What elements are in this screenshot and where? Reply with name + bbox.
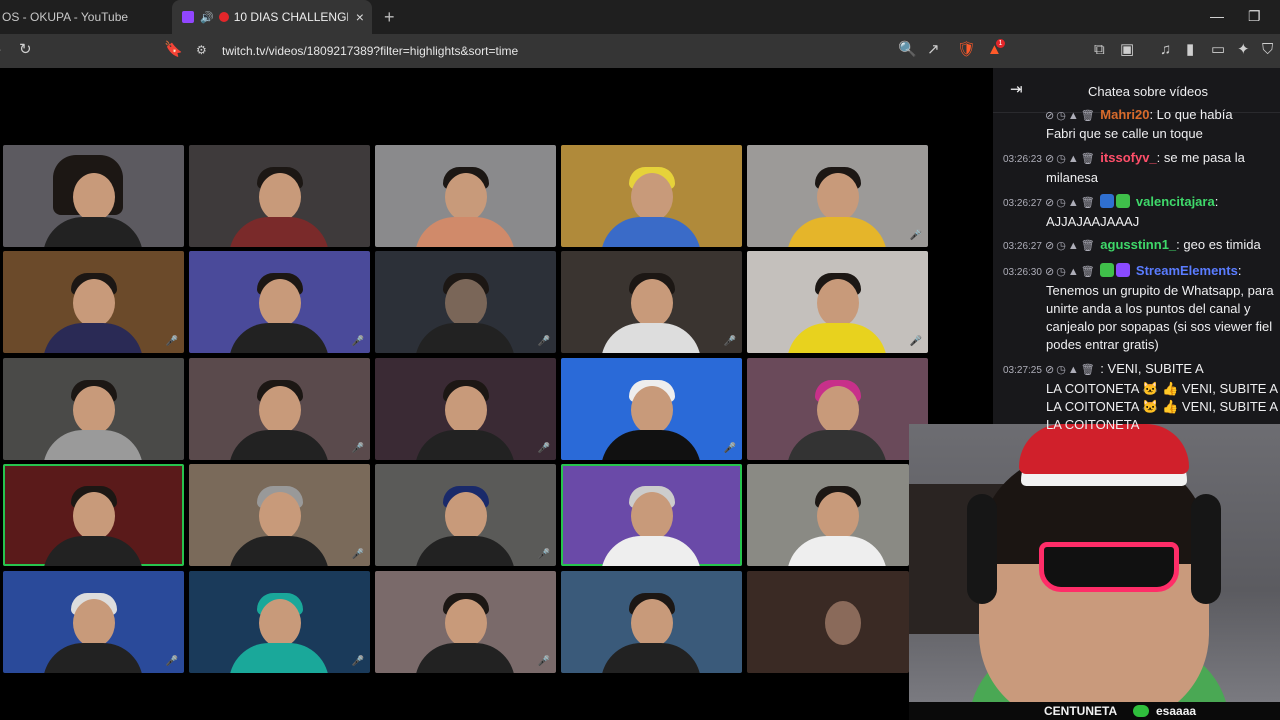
chat-message: 03:26:30 ⊘◷▲🗑 StreamElements: Tenemos un …: [1003, 263, 1274, 352]
close-tab-icon[interactable]: ×: [356, 9, 364, 25]
chat-message: 03:26:27 ⊘◷▲🗑 valencitajara: AJJAJAAJAAAJ: [1003, 194, 1219, 229]
brave-shields-icon[interactable]: 🛡: [957, 42, 976, 58]
streamer-webcam: [909, 424, 1280, 702]
participant-tile: 🎤: [189, 464, 370, 566]
mod-actions[interactable]: ⊘◷▲🗑: [1045, 197, 1097, 209]
chat-message: 03:26:23 ⊘◷▲🗑 itssofyv_: se me pasa la mi…: [1003, 150, 1245, 185]
participant-tile: 🎤: [375, 358, 556, 460]
participant-tile: 🎤: [747, 251, 928, 353]
participant-tile: 🎤: [375, 571, 556, 673]
mic-muted-icon: 🎤: [909, 230, 922, 241]
mic-muted-icon: 🎤: [723, 336, 736, 347]
wallet-icon[interactable]: ▭: [1211, 42, 1225, 58]
headset-icon: [967, 494, 997, 604]
collapse-chat-icon[interactable]: ⇥: [1010, 80, 1023, 98]
name-right: esaaaa: [1156, 704, 1197, 718]
video-player[interactable]: 🎤 🎤 🎤 🎤 🎤 🎤 🎤 🎤 🎤 🎤 🎤 🎤 🎤 🎤: [0, 68, 993, 720]
twitch-favicon-icon: [182, 11, 194, 23]
chat-panel: ⇥ Chatea sobre vídeos ⊘◷▲🗑 Mahri20: Lo q…: [993, 68, 1280, 432]
recording-dot-icon: [218, 12, 229, 22]
rewards-badge: 1: [996, 39, 1005, 48]
participant-tile-avatar: [747, 571, 909, 673]
tab-strip: OS - OKUPA - YouTube 🔊 10 DIAS CHALLENGE…: [0, 0, 1280, 34]
mic-muted-icon: 🎤: [537, 336, 550, 347]
verified-badge-icon: [1116, 194, 1131, 208]
vpn-icon[interactable]: ⛉: [1262, 42, 1273, 58]
share-icon[interactable]: ↗: [927, 42, 940, 58]
participant-tile: 🎤: [561, 251, 742, 353]
participant-tile-active: [561, 464, 742, 566]
mod-actions[interactable]: ⊘◷▲🗑: [1045, 240, 1097, 252]
participant-tile: 🎤: [375, 464, 556, 566]
mic-muted-icon: 🎤: [909, 336, 922, 347]
tab-twitch-title: 10 DIAS CHALLENGE 2da: [233, 10, 348, 24]
green-blob-icon: [1133, 705, 1149, 717]
minimize-icon[interactable]: —: [1210, 8, 1224, 24]
participant-tile: 🎤: [189, 251, 370, 353]
extensions-icon[interactable]: ⧉: [1094, 42, 1105, 58]
mic-muted-icon: 🎤: [351, 656, 364, 667]
tab-youtube-title: OS - OKUPA - YouTube: [2, 10, 129, 24]
speaker-icon[interactable]: 🔊: [200, 11, 214, 24]
mic-muted-icon: 🎤: [351, 443, 364, 454]
participant-tile: 🎤: [3, 251, 184, 353]
mic-muted-icon: 🎤: [723, 443, 736, 454]
mic-muted-icon: 🎤: [351, 336, 364, 347]
leo-icon[interactable]: ✦: [1237, 42, 1250, 58]
participant-tile: [3, 145, 184, 247]
participant-tile: [375, 145, 556, 247]
bot-badge-icon: [1116, 263, 1131, 277]
url-bar[interactable]: twitch.tv/videos/1809217389?filter=highl…: [222, 44, 518, 58]
chat-message: ⊘◷▲🗑 Mahri20: Lo que había Fabri que se …: [1045, 107, 1233, 141]
mod-actions[interactable]: ⊘◷▲🗑: [1045, 364, 1097, 376]
mic-muted-icon: 🎤: [537, 656, 550, 667]
participant-tile: 🎤: [375, 251, 556, 353]
mic-muted-icon: 🎤: [165, 336, 178, 347]
participant-tile: [189, 145, 370, 247]
forward-icon[interactable]: ›: [0, 42, 1, 58]
restore-icon[interactable]: ❐: [1248, 8, 1261, 25]
participant-tile: [561, 145, 742, 247]
tab-twitch[interactable]: 🔊 10 DIAS CHALLENGE 2da ×: [172, 0, 372, 34]
participant-tile: 🎤: [189, 571, 370, 673]
mod-actions[interactable]: ⊘◷▲🗑: [1045, 110, 1097, 122]
participant-tile-active: [3, 464, 184, 566]
mod-actions[interactable]: ⊘◷▲🗑: [1045, 153, 1097, 165]
chat-message: 03:27:25 ⊘◷▲🗑 : VENI, SUBITE A LA COITONE…: [1003, 361, 1278, 432]
name-strip: CENTUNETA esaaaa: [909, 702, 1280, 720]
chat-title: Chatea sobre vídeos: [1088, 84, 1208, 99]
participant-tile: 🎤: [189, 358, 370, 460]
participant-tile: [3, 358, 184, 460]
mic-muted-icon: 🎤: [537, 549, 550, 560]
zoom-icon[interactable]: 🔍: [898, 42, 917, 58]
mic-muted-icon: 🎤: [537, 443, 550, 454]
screenshot-icon[interactable]: ▣: [1120, 42, 1134, 58]
participant-tile: [561, 571, 742, 673]
bookmark-icon[interactable]: 🔖: [164, 42, 183, 58]
mod-actions[interactable]: ⊘◷▲🗑: [1045, 266, 1097, 278]
sidebar-icon[interactable]: ▮: [1186, 42, 1194, 58]
participant-tile: 🎤: [747, 145, 928, 247]
sub-badge-icon: [1100, 194, 1115, 208]
mic-muted-icon: 🎤: [351, 549, 364, 560]
sunglasses: [1039, 542, 1179, 592]
name-left: CENTUNETA: [1044, 704, 1118, 718]
participant-tile: [747, 464, 909, 566]
site-settings-icon[interactable]: ⚙: [196, 42, 207, 58]
reload-icon[interactable]: ↻: [19, 42, 32, 58]
participant-tile: 🎤: [561, 358, 742, 460]
mic-muted-icon: 🎤: [165, 656, 178, 667]
address-toolbar: › ↻ 🔖 ⚙ twitch.tv/videos/1809217389?filt…: [0, 34, 1280, 68]
verified-badge-icon: [1100, 263, 1115, 277]
tab-youtube[interactable]: OS - OKUPA - YouTube: [0, 0, 170, 34]
participant-tile: [747, 358, 928, 460]
music-icon[interactable]: ♫: [1160, 42, 1171, 58]
participant-tile: 🎤: [3, 571, 184, 673]
new-tab-icon[interactable]: +: [384, 7, 395, 28]
chat-message: 03:26:27 ⊘◷▲🗑 agusstinn1_: geo es timida: [1003, 237, 1261, 252]
